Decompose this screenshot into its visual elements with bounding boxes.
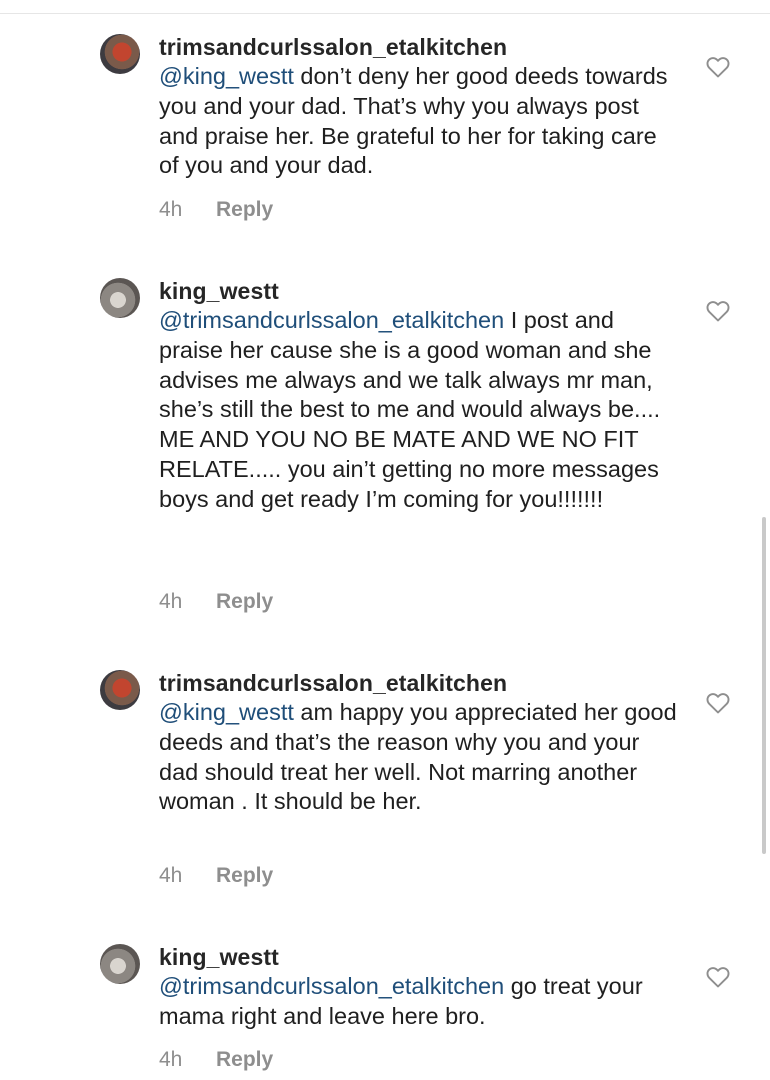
comment-mention[interactable]: @king_westt (159, 63, 294, 89)
comment-text: @king_westt am happy you appreciated her… (159, 698, 679, 817)
comment-username[interactable]: trimsandcurlssalon_etalkitchen (159, 32, 679, 62)
comment-mention[interactable]: @king_westt (159, 699, 294, 725)
user-avatar[interactable] (100, 670, 140, 710)
comment-timestamp: 4h (159, 590, 183, 613)
comment-timestamp: 4h (159, 864, 183, 887)
comment-body: king_westt @trimsandcurlssalon_etalkitch… (159, 942, 679, 1032)
comment-mention[interactable]: @trimsandcurlssalon_etalkitchen (159, 307, 504, 333)
comment-body: trimsandcurlssalon_etalkitchen @king_wes… (159, 32, 679, 181)
reply-button[interactable]: Reply (216, 864, 273, 888)
reply-button[interactable]: Reply (216, 198, 273, 222)
comment-body: trimsandcurlssalon_etalkitchen @king_wes… (159, 668, 679, 817)
comment-body: king_westt @trimsandcurlssalon_etalkitch… (159, 276, 679, 515)
comment-text: @king_westt don’t deny her good deeds to… (159, 62, 679, 181)
reply-button[interactable]: Reply (216, 590, 273, 614)
user-avatar[interactable] (100, 944, 140, 984)
comment-text-body: I post and praise her cause she is a goo… (159, 307, 661, 512)
comment-timestamp: 4h (159, 1048, 183, 1071)
heart-outline-icon[interactable] (706, 966, 730, 988)
comment-text: @trimsandcurlssalon_etalkitchen go treat… (159, 972, 679, 1032)
user-avatar[interactable] (100, 34, 140, 74)
comment-timestamp: 4h (159, 198, 183, 221)
comment-username[interactable]: king_westt (159, 276, 679, 306)
comment-username[interactable]: king_westt (159, 942, 679, 972)
comment-mention[interactable]: @trimsandcurlssalon_etalkitchen (159, 973, 504, 999)
comment-text: @trimsandcurlssalon_etalkitchen I post a… (159, 306, 679, 515)
user-avatar[interactable] (100, 278, 140, 318)
heart-outline-icon[interactable] (706, 300, 730, 322)
heart-outline-icon[interactable] (706, 692, 730, 714)
comment-username[interactable]: trimsandcurlssalon_etalkitchen (159, 668, 679, 698)
top-divider (0, 13, 770, 14)
heart-outline-icon[interactable] (706, 56, 730, 78)
reply-button[interactable]: Reply (216, 1048, 273, 1072)
scrollbar-thumb[interactable] (762, 517, 766, 854)
